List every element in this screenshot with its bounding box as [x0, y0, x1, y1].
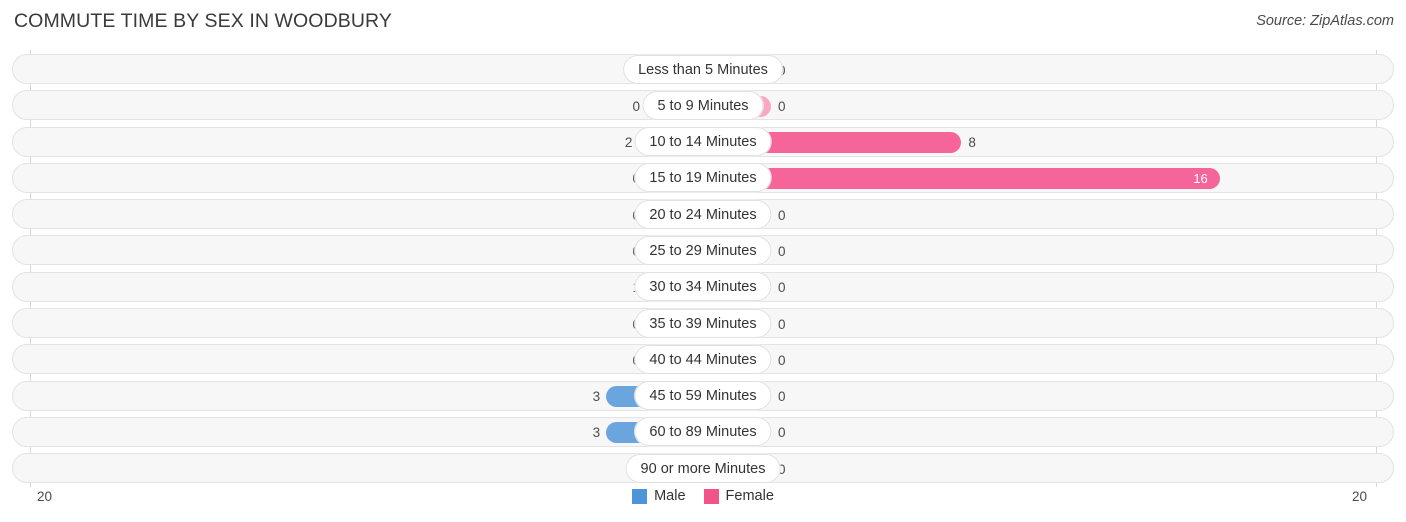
legend-swatch — [632, 488, 648, 504]
chart-row: 00Less than 5 Minutes — [0, 51, 1406, 87]
row-bars: 0035 to 39 Minutes — [0, 305, 1406, 341]
value-label-male: 0 — [632, 98, 640, 114]
category-label: 40 to 44 Minutes — [634, 344, 772, 374]
chart-row: 0025 to 29 Minutes — [0, 232, 1406, 268]
value-label-female: 0 — [778, 243, 786, 259]
category-label: 30 to 34 Minutes — [634, 272, 772, 302]
row-bars: 3 0 60 to 89 Minutes — [0, 414, 1406, 450]
category-label: 20 to 24 Minutes — [634, 199, 772, 229]
chart-root: COMMUTE TIME BY SEX IN WOODBURY Source: … — [0, 0, 1406, 522]
value-label-female: 0 — [778, 280, 786, 296]
value-label-female: 0 — [778, 425, 786, 441]
row-bars: 1030 to 34 Minutes — [0, 269, 1406, 305]
value-label-male: 3 — [592, 389, 601, 405]
row-bars: 1090 or more Minutes — [0, 450, 1406, 486]
row-bars: 0025 to 29 Minutes — [0, 232, 1406, 268]
chart-row: 0020 to 24 Minutes — [0, 196, 1406, 232]
value-label-female: 0 — [778, 389, 786, 405]
source-attribution: Source: ZipAtlas.com — [1256, 13, 1394, 29]
chart-rows: 00Less than 5 Minutes005 to 9 Minutes281… — [0, 51, 1406, 487]
row-bars: 01615 to 19 Minutes — [0, 160, 1406, 196]
value-label-female: 0 — [778, 98, 786, 114]
row-bars: 3 0 45 to 59 Minutes — [0, 378, 1406, 414]
value-label-female: 0 — [778, 352, 786, 368]
legend-swatch — [703, 488, 719, 504]
value-label-female: 0 — [778, 207, 786, 223]
chart-row: 005 to 9 Minutes — [0, 87, 1406, 123]
category-label: 5 to 9 Minutes — [642, 90, 764, 120]
row-bars: 0040 to 44 Minutes — [0, 341, 1406, 377]
value-label-male: 2 — [624, 135, 633, 151]
chart-row: 0040 to 44 Minutes — [0, 341, 1406, 377]
legend-item[interactable]: Male — [632, 488, 686, 504]
chart-row: 3 0 45 to 59 Minutes — [0, 378, 1406, 414]
row-bars: 00Less than 5 Minutes — [0, 51, 1406, 87]
chart-row: 0035 to 39 Minutes — [0, 305, 1406, 341]
category-label: 35 to 39 Minutes — [634, 308, 772, 338]
chart-row: 01615 to 19 Minutes — [0, 160, 1406, 196]
category-label: 25 to 29 Minutes — [634, 235, 772, 265]
page-title: COMMUTE TIME BY SEX IN WOODBURY — [14, 10, 392, 32]
row-bars: 0020 to 24 Minutes — [0, 196, 1406, 232]
legend-label: Female — [725, 488, 774, 504]
value-label-female: 0 — [778, 316, 786, 332]
chart-row: 1030 to 34 Minutes — [0, 269, 1406, 305]
value-label-female: 16 — [1193, 171, 1208, 187]
category-label: 15 to 19 Minutes — [634, 163, 772, 193]
legend-item[interactable]: Female — [703, 488, 774, 504]
category-label: 90 or more Minutes — [625, 453, 781, 483]
bar-female[interactable] — [703, 168, 1220, 190]
row-bars: 2 8 10 to 14 Minutes — [0, 124, 1406, 160]
category-label: 45 to 59 Minutes — [634, 381, 772, 411]
category-label: Less than 5 Minutes — [623, 54, 783, 84]
category-label: 10 to 14 Minutes — [634, 127, 772, 157]
row-bars: 005 to 9 Minutes — [0, 87, 1406, 123]
chart-legend: Male Female — [0, 488, 1406, 504]
category-label: 60 to 89 Minutes — [634, 417, 772, 447]
legend-label: Male — [654, 488, 686, 504]
chart-row: 1090 or more Minutes — [0, 450, 1406, 486]
chart-row: 2 8 10 to 14 Minutes — [0, 124, 1406, 160]
value-label-male: 3 — [592, 425, 601, 441]
value-label-female: 0 — [778, 461, 786, 477]
value-label-female: 8 — [968, 135, 976, 151]
chart-row: 3 0 60 to 89 Minutes — [0, 414, 1406, 450]
